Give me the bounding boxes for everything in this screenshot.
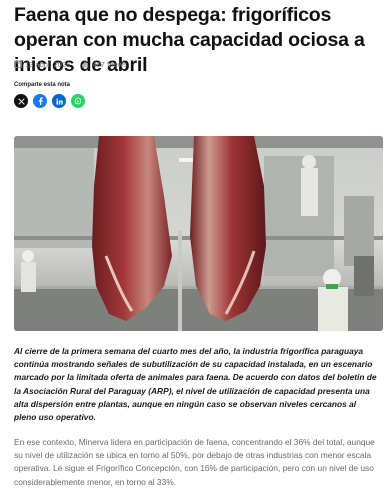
share-label: Comparte esta nota [14,82,71,88]
article-date: 13 abril, 2026 [25,59,71,69]
article-meta: 13 abril, 2026 407 Views [14,58,127,70]
share-whatsapp-button[interactable] [71,94,85,108]
article-lead: Al cierre de la primera semana del cuart… [14,345,380,424]
share-facebook-button[interactable] [33,94,47,108]
linkedin-icon [55,97,63,105]
arp-link[interactable]: Asociación Rural del Paraguay (ARP) [23,386,171,396]
share-x-button[interactable] [14,94,28,108]
share-buttons [14,94,85,108]
x-icon [17,97,25,105]
calendar-icon [14,60,22,68]
article-body-paragraph: En ese contexto, Minerva lidera en parti… [14,437,375,487]
date-meta: 13 abril, 2026 [14,60,70,69]
article-views: 407 Views [92,59,127,69]
share-linkedin-button[interactable] [52,94,66,108]
bar-chart-icon [81,60,89,68]
views-meta: 407 Views [81,59,127,69]
whatsapp-icon [74,97,82,105]
facebook-icon [37,97,44,105]
hero-image [14,136,383,331]
